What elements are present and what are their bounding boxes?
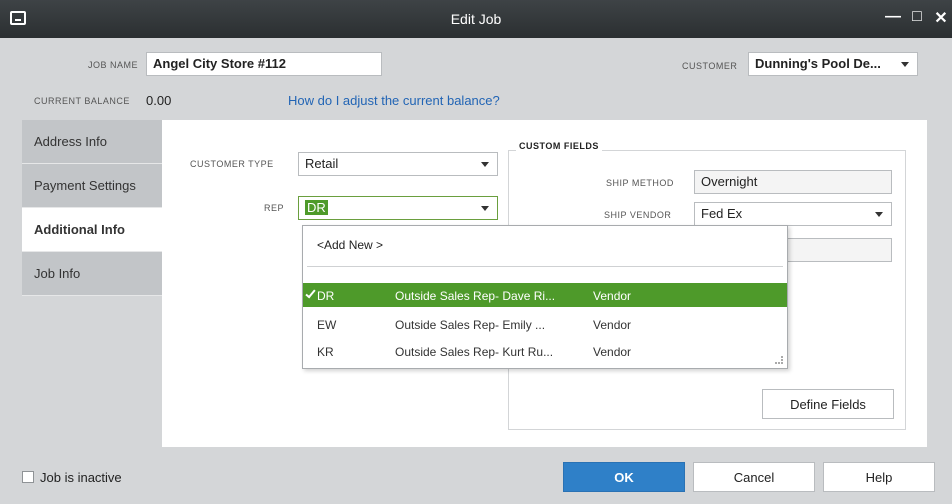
rep-option-type: Vendor [593, 318, 632, 332]
rep-option-name: Outside Sales Rep- Kurt Ru... [395, 345, 554, 359]
rep-option-type: Vendor [593, 345, 632, 359]
tab-list: Address Info Payment Settings Additional… [22, 120, 162, 296]
tab-address-info[interactable]: Address Info [22, 120, 162, 164]
dropdown-divider [307, 266, 783, 267]
check-icon [305, 287, 316, 299]
ship-method-label: SHIP METHOD [606, 178, 674, 188]
chevron-down-icon [901, 62, 909, 67]
chevron-down-icon [875, 212, 883, 217]
ok-button[interactable]: OK [563, 462, 685, 492]
rep-option-code: KR [317, 345, 334, 359]
ship-vendor-value: Fed Ex [701, 206, 743, 221]
rep-option-code: EW [317, 318, 337, 332]
customer-type-value: Retail [305, 156, 339, 171]
tab-payment-settings[interactable]: Payment Settings [22, 164, 162, 208]
custom-fields-title: CUSTOM FIELDS [516, 141, 602, 151]
chevron-down-icon [481, 206, 489, 211]
tab-job-info[interactable]: Job Info [22, 252, 162, 296]
adjust-balance-link[interactable]: How do I adjust the current balance? [288, 93, 500, 108]
minimize-icon[interactable]: — [884, 8, 902, 26]
ship-vendor-label: SHIP VENDOR [604, 210, 672, 220]
customer-type-select[interactable]: Retail [298, 152, 498, 176]
current-balance-label: CURRENT BALANCE [34, 96, 130, 106]
close-icon[interactable]: ✕ [932, 8, 950, 28]
rep-option-dr[interactable]: DR Outside Sales Rep- Dave Ri... Vendor [303, 283, 787, 307]
job-name-label: JOB NAME [88, 60, 139, 70]
chevron-down-icon [481, 162, 489, 167]
job-inactive-checkbox[interactable] [22, 471, 34, 483]
current-balance-value: 0.00 [146, 93, 172, 108]
customer-select[interactable]: Dunning's Pool De... [748, 52, 918, 76]
rep-option-kr[interactable]: KR Outside Sales Rep- Kurt Ru... Vendor [303, 339, 787, 363]
job-name-input[interactable]: Angel City Store #112 [146, 52, 382, 76]
rep-option-code: DR [317, 289, 335, 303]
title-bar: Edit Job — □ ✕ [0, 0, 952, 38]
ship-vendor-select[interactable]: Fed Ex [694, 202, 892, 226]
rep-option-ew[interactable]: EW Outside Sales Rep- Emily ... Vendor [303, 312, 787, 336]
customer-label: CUSTOMER [682, 61, 738, 71]
customer-type-label: CUSTOMER TYPE [190, 159, 274, 169]
ship-method-input[interactable]: Overnight [694, 170, 892, 194]
job-inactive-label: Job is inactive [40, 470, 122, 485]
rep-option-type: Vendor [593, 289, 632, 303]
cancel-button[interactable]: Cancel [693, 462, 815, 492]
tab-additional-info[interactable]: Additional Info [22, 208, 162, 252]
rep-option-name: Outside Sales Rep- Emily ... [395, 318, 546, 332]
add-new-option[interactable]: <Add New > [317, 238, 383, 252]
window-title: Edit Job [450, 11, 502, 27]
help-button[interactable]: Help [823, 462, 935, 492]
rep-option-name: Outside Sales Rep- Dave Ri... [395, 289, 556, 303]
resize-grip-icon[interactable] [775, 356, 783, 364]
customer-value: Dunning's Pool De... [755, 56, 881, 71]
define-fields-button[interactable]: Define Fields [762, 389, 894, 419]
rep-select[interactable]: DR [298, 196, 498, 220]
maximize-icon[interactable]: □ [908, 8, 926, 26]
rep-label: REP [264, 203, 285, 213]
rep-dropdown-list: <Add New > DR Outside Sales Rep- Dave Ri… [302, 225, 788, 369]
rep-value: DR [305, 200, 328, 215]
